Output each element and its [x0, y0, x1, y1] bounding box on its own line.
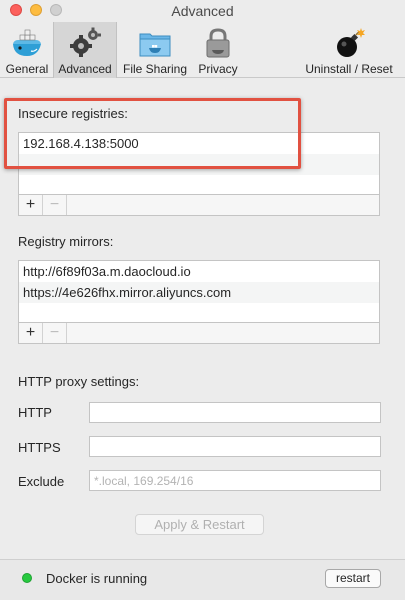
tab-advanced[interactable]: Advanced [53, 22, 117, 78]
gears-icon [70, 27, 101, 57]
http-proxy-field[interactable] [89, 402, 381, 423]
exclude-label: Exclude [18, 474, 65, 489]
http-proxy-label: HTTP [18, 405, 52, 420]
window-title: Advanced [171, 3, 234, 19]
folder-icon [139, 33, 171, 57]
status-indicator-dot [22, 573, 32, 583]
tab-privacy-label: Privacy [198, 62, 238, 76]
list-item[interactable]: http://6f89f03a.m.daocloud.io [19, 261, 379, 282]
tab-uninstall-reset[interactable]: Uninstall / Reset [300, 22, 398, 78]
list-item[interactable]: https://4e626fhx.mirror.aliyuncs.com [19, 282, 379, 303]
docker-whale-icon [13, 29, 41, 56]
lock-icon [206, 28, 230, 58]
tab-file-sharing-label: File Sharing [122, 62, 188, 76]
status-bar: Docker is running restart [0, 559, 405, 600]
title-bar: Advanced [0, 0, 405, 22]
remove-insecure-registry-button[interactable]: − [43, 195, 67, 215]
tab-general-label: General [5, 62, 49, 76]
registry-mirrors-label: Registry mirrors: [18, 234, 114, 249]
bomb-icon [337, 28, 365, 57]
registry-mirrors-list[interactable]: http://6f89f03a.m.daocloud.io https://4e… [18, 260, 380, 323]
exclude-field[interactable] [89, 470, 381, 491]
https-proxy-field[interactable] [89, 436, 381, 457]
highlight-annotation [4, 98, 301, 169]
tab-advanced-label: Advanced [58, 62, 112, 76]
tab-general[interactable]: General [2, 22, 52, 78]
https-proxy-label: HTTPS [18, 440, 61, 455]
restart-button[interactable]: restart [325, 569, 381, 588]
insecure-registries-controls: + − [18, 195, 380, 216]
apply-restart-button[interactable]: Apply & Restart [135, 514, 264, 535]
tab-file-sharing[interactable]: File Sharing [120, 22, 190, 78]
preferences-window: Advanced General Advanced File Sharing P… [0, 0, 405, 600]
tab-uninstall-reset-label: Uninstall / Reset [305, 62, 393, 76]
remove-registry-mirror-button[interactable]: − [43, 323, 67, 343]
add-registry-mirror-button[interactable]: + [19, 323, 43, 343]
preferences-toolbar: General Advanced File Sharing Privacy Un… [0, 22, 405, 78]
proxy-settings-label: HTTP proxy settings: [18, 374, 140, 389]
registry-mirrors-controls: + − [18, 323, 380, 344]
status-text: Docker is running [46, 571, 148, 586]
tab-privacy[interactable]: Privacy [194, 22, 242, 78]
add-insecure-registry-button[interactable]: + [19, 195, 43, 215]
